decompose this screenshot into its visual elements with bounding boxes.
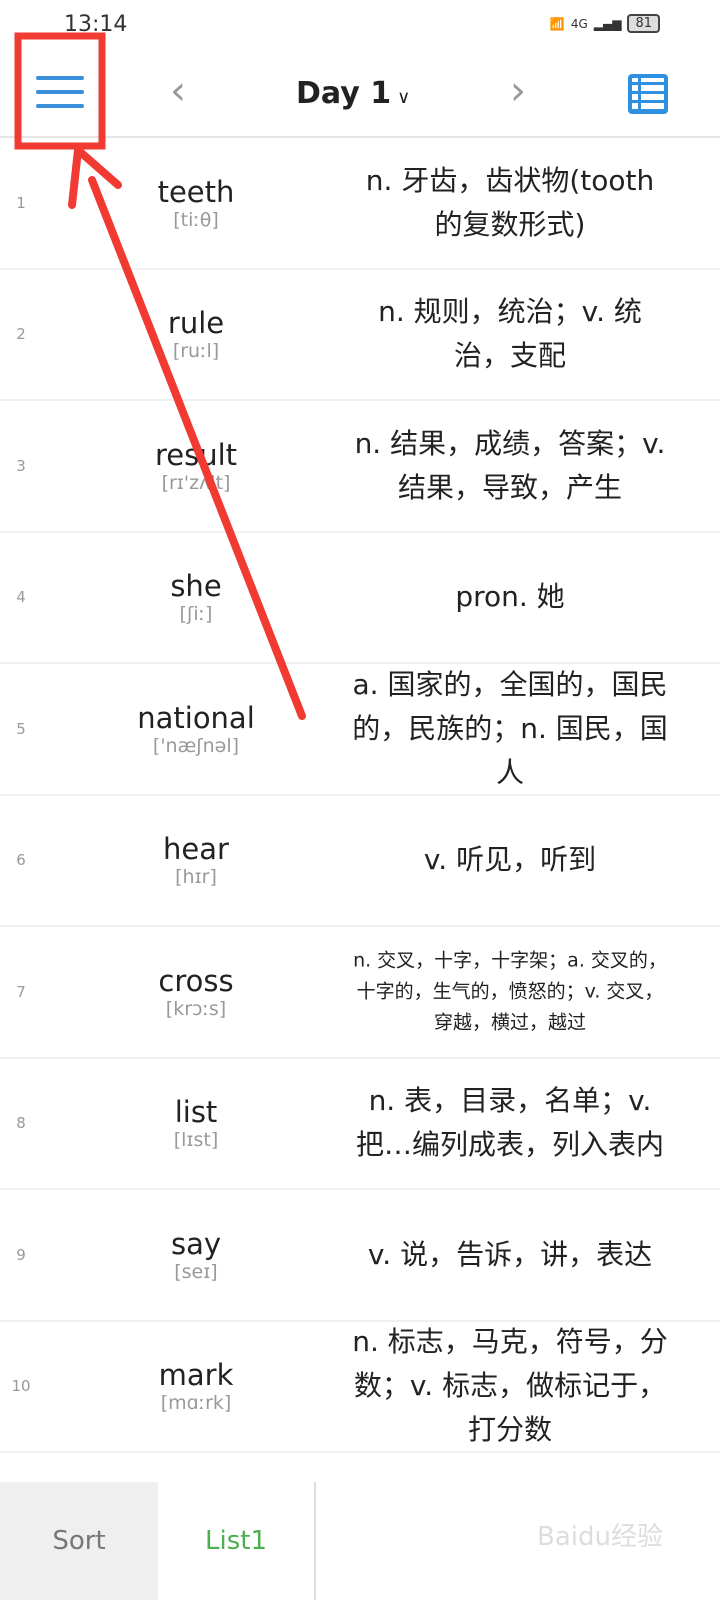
word-text: list — [174, 1095, 218, 1130]
meaning: pron. 她 — [455, 580, 565, 614]
phonetic: [krɔːs] — [165, 997, 227, 1020]
tab-sort[interactable]: Sort — [0, 1482, 158, 1600]
word-row[interactable]: 10 mark [mɑːrk] n. 标志，马克，符号，分数；v. 标志，做标记于… — [0, 1322, 720, 1453]
word-text: say — [170, 1226, 222, 1261]
word-row[interactable]: 8 list [lɪst] n. 表，目录，名单；v. 把…编列成表，列入表内 — [0, 1059, 720, 1190]
phonetic: ['næʃnəl] — [152, 734, 240, 757]
bottom-bar: Sort List1 — [0, 1482, 720, 1600]
meaning: n. 结果，成绩，答案；v. 结果，导致，产生 — [354, 426, 666, 504]
word-text: national — [137, 700, 255, 735]
meaning: n. 标志，马克，符号，分数；v. 标志，做标记于，打分数 — [352, 1325, 668, 1447]
phonetic: [ruːl] — [172, 340, 220, 363]
network-label: 4G — [570, 16, 588, 31]
signal-icon: ▂▄▆ — [593, 16, 622, 31]
tab-list1[interactable]: List1 — [158, 1482, 316, 1600]
word-text: rule — [167, 306, 225, 341]
meaning: n. 表，目录，名单；v. 把…编列成表，列入表内 — [355, 1084, 664, 1162]
battery-icon: 81 — [627, 14, 660, 33]
previous-day-button[interactable]: ‹ — [170, 68, 186, 114]
status-bar: 13:14 📶 4G ▂▄▆ 81 — [0, 0, 720, 50]
header: ‹ Day 1 ∨ › — [0, 50, 720, 138]
meaning: n. 规则，统治；v. 统治，支配 — [378, 295, 642, 373]
row-number: 6 — [16, 851, 26, 870]
meaning: v. 听见，听到 — [423, 843, 597, 877]
phonetic: [rɪ'zʌlt] — [161, 471, 231, 494]
wifi-icon: 📶 — [549, 16, 565, 31]
row-number: 5 — [16, 719, 26, 738]
word-text: cross — [158, 963, 234, 998]
word-text: teeth — [157, 174, 235, 209]
word-text: she — [170, 569, 222, 604]
word-row[interactable]: 5 national ['næʃnəl] a. 国家的，全国的，国民的，民族的；n… — [0, 664, 720, 796]
word-row[interactable]: 6 hear [hɪr] v. 听见，听到 — [0, 796, 720, 927]
row-number: 3 — [16, 456, 26, 475]
row-number: 2 — [16, 325, 26, 344]
word-row[interactable]: 7 cross [krɔːs] n. 交叉，十字，十字架；a. 交叉的，十字的，生… — [0, 927, 720, 1059]
word-row[interactable]: 1 teeth [tiːθ] n. 牙齿，齿状物(tooth的复数形式) — [0, 138, 720, 270]
word-row[interactable]: 2 rule [ruːl] n. 规则，统治；v. 统治，支配 — [0, 270, 720, 401]
word-list: 1 teeth [tiːθ] n. 牙齿，齿状物(tooth的复数形式) 2 rul… — [0, 138, 720, 1585]
meaning: n. 牙齿，齿状物(tooth的复数形式) — [365, 163, 655, 241]
row-number: 4 — [16, 588, 26, 607]
row-number: 8 — [16, 1114, 26, 1133]
row-number: 7 — [16, 982, 26, 1001]
word-row[interactable]: 9 say [seɪ] v. 说，告诉，讲，表达 — [0, 1190, 720, 1322]
phonetic: [tiːθ] — [173, 208, 219, 231]
word-text: mark — [158, 1358, 234, 1393]
phonetic: [seɪ] — [174, 1260, 218, 1283]
word-text: hear — [163, 832, 229, 867]
menu-icon[interactable] — [36, 76, 84, 112]
day-selector[interactable]: Day 1 ∨ — [296, 76, 410, 111]
meaning: a. 国家的，全国的，国民的，民族的；n. 国民，国人 — [352, 667, 668, 789]
row-number: 1 — [16, 193, 26, 212]
status-time: 13:14 — [64, 12, 128, 37]
meaning: n. 交叉，十字，十字架；a. 交叉的，十字的，生气的，愤怒的；v. 交叉，穿越… — [353, 949, 667, 1034]
word-row[interactable]: 3 result [rɪ'zʌlt] n. 结果，成绩，答案；v. 结果，导致，产… — [0, 401, 720, 533]
word-row[interactable]: 4 she [ʃiː] pron. 她 — [0, 533, 720, 664]
phonetic: [lɪst] — [173, 1129, 219, 1152]
row-number: 10 — [11, 1377, 31, 1396]
list-view-icon[interactable] — [628, 74, 668, 114]
phonetic: [mɑːrk] — [160, 1392, 232, 1415]
meaning: v. 说，告诉，讲，表达 — [367, 1237, 653, 1271]
row-number: 9 — [16, 1245, 26, 1264]
day-title: Day 1 — [296, 76, 392, 111]
phonetic: [ʃiː] — [179, 603, 213, 626]
phonetic: [hɪr] — [175, 866, 217, 889]
next-day-button[interactable]: › — [510, 68, 526, 114]
word-text: result — [154, 437, 238, 472]
chevron-down-icon: ∨ — [397, 87, 411, 108]
